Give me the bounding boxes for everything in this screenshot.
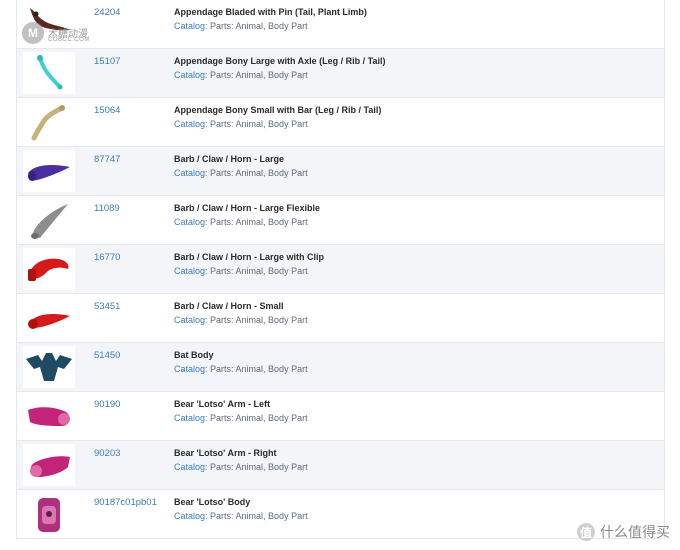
part-number-link[interactable]: 51450 [94,350,120,361]
catalog-link[interactable]: Catalog [174,217,205,227]
part-title: Appendage Bladed with Pin (Tail, Plant L… [174,7,367,17]
catalog-line: Catalog: Parts: Animal, Body Part [174,511,308,521]
catalog-link[interactable]: Catalog [174,168,205,178]
catalog-path: : Parts: Animal, Body Part [205,511,308,521]
catalog-link[interactable]: Catalog [174,119,205,129]
catalog-link[interactable]: Catalog [174,364,205,374]
part-number-link[interactable]: 11089 [94,203,120,214]
watermark-logo-icon: M [22,22,44,44]
part-thumbnail[interactable] [23,248,75,290]
catalog-line: Catalog: Parts: Animal, Body Part [174,364,308,374]
catalog-path: : Parts: Animal, Body Part [205,70,308,80]
part-number-link[interactable]: 15107 [94,56,120,67]
horn-small-icon [28,314,70,329]
table-row: 15064 Appendage Bony Small with Bar (Leg… [17,98,664,147]
catalog-line: Catalog: Parts: Animal, Body Part [174,413,308,423]
horn-large-icon [28,165,70,181]
table-row: 15107 Appendage Bony Large with Axle (Le… [17,49,664,98]
catalog-line: Catalog: Parts: Animal, Body Part [174,217,308,227]
catalog-link[interactable]: Catalog [174,70,205,80]
catalog-line: Catalog: Parts: Animal, Body Part [174,168,308,178]
bony-large-appendage-icon [37,55,63,90]
catalog-path: : Parts: Animal, Body Part [205,364,308,374]
part-title: Bear 'Lotso' Arm - Left [174,399,270,409]
catalog-line: Catalog: Parts: Animal, Body Part [174,266,308,276]
bat-body-icon [26,353,72,381]
watermark-brand-text: 什么值得买 [600,524,670,540]
watermark-badge-icon: 值 [577,523,595,541]
horn-flexible-icon [31,204,68,239]
bear-arm-right-icon [30,456,70,477]
table-row: 16770 Barb / Claw / Horn - Large with Cl… [17,245,664,294]
catalog-path: : Parts: Animal, Body Part [205,217,308,227]
part-title: Bear 'Lotso' Arm - Right [174,448,277,458]
part-thumbnail[interactable] [23,101,75,143]
part-title: Appendage Bony Large with Axle (Leg / Ri… [174,56,386,66]
part-number-link[interactable]: 90187c01pb01 [94,497,157,508]
table-row: 90190 Bear 'Lotso' Arm - Left Catalog: P… [17,392,664,441]
watermark-bottom-right: 值 什么值得买 [577,522,670,542]
part-title: Appendage Bony Small with Bar (Leg / Rib… [174,105,382,115]
part-title: Bear 'Lotso' Body [174,497,251,507]
catalog-path: : Parts: Animal, Body Part [205,462,308,472]
catalog-line: Catalog: Parts: Animal, Body Part [174,119,308,129]
bear-arm-left-icon [28,407,70,426]
catalog-link[interactable]: Catalog [174,462,205,472]
part-thumbnail[interactable] [23,199,75,241]
catalog-path: : Parts: Animal, Body Part [205,413,308,423]
table-row: 24204 Appendage Bladed with Pin (Tail, P… [17,0,664,49]
catalog-line: Catalog: Parts: Animal, Body Part [174,21,308,31]
part-thumbnail[interactable] [23,395,75,437]
bony-small-appendage-icon [31,105,65,141]
catalog-line: Catalog: Parts: Animal, Body Part [174,462,308,472]
part-number-link[interactable]: 90203 [94,448,120,459]
part-thumbnail[interactable] [23,150,75,192]
catalog-link[interactable]: Catalog [174,511,205,521]
watermark-top-left: M 木糖动漫 COBCC.COM [22,22,92,48]
part-list: 24204 Appendage Bladed with Pin (Tail, P… [16,0,665,539]
part-thumbnail[interactable] [23,297,75,339]
table-row: 53451 Barb / Claw / Horn - Small Catalog… [17,294,664,343]
part-thumbnail[interactable] [23,444,75,486]
part-number-link[interactable]: 87747 [94,154,120,165]
part-number-link[interactable]: 90190 [94,399,120,410]
catalog-link[interactable]: Catalog [174,266,205,276]
part-title: Barb / Claw / Horn - Small [174,301,284,311]
part-title: Barb / Claw / Horn - Large Flexible [174,203,321,213]
part-number-link[interactable]: 15064 [94,105,120,116]
watermark-subtext: COBCC.COM [48,37,90,43]
bear-body-icon [38,498,60,532]
table-row: 11089 Barb / Claw / Horn - Large Flexibl… [17,196,664,245]
catalog-path: : Parts: Animal, Body Part [205,119,308,129]
catalog-path: : Parts: Animal, Body Part [205,266,308,276]
catalog-path: : Parts: Animal, Body Part [205,21,308,31]
table-row: 51450 Bat Body Catalog: Parts: Animal, B… [17,343,664,392]
catalog-link[interactable]: Catalog [174,315,205,325]
table-row: 90203 Bear 'Lotso' Arm - Right Catalog: … [17,441,664,490]
part-title: Bat Body [174,350,214,360]
part-title: Barb / Claw / Horn - Large with Clip [174,252,325,262]
part-thumbnail[interactable] [23,346,75,388]
part-title: Barb / Claw / Horn - Large [174,154,285,164]
table-row: 90187c01pb01 Bear 'Lotso' Body Catalog: … [17,490,664,539]
catalog-path: : Parts: Animal, Body Part [205,315,308,325]
table-row: 87747 Barb / Claw / Horn - Large Catalog… [17,147,664,196]
catalog-link[interactable]: Catalog [174,21,205,31]
catalog-link[interactable]: Catalog [174,413,205,423]
part-thumbnail[interactable] [23,493,75,535]
catalog-line: Catalog: Parts: Animal, Body Part [174,70,308,80]
part-thumbnail[interactable] [23,52,75,94]
part-number-link[interactable]: 16770 [94,252,120,263]
part-number-link[interactable]: 53451 [94,301,120,312]
catalog-frame: 24204 Appendage Bladed with Pin (Tail, P… [0,0,680,550]
horn-clip-icon [28,258,69,281]
part-number-link[interactable]: 24204 [94,7,120,18]
catalog-path: : Parts: Animal, Body Part [205,168,308,178]
catalog-line: Catalog: Parts: Animal, Body Part [174,315,308,325]
